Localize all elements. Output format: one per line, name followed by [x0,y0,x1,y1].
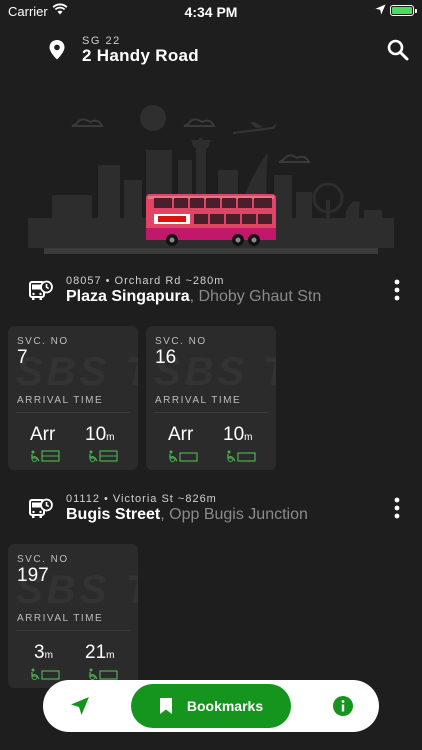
search-icon[interactable] [386,38,410,62]
service-number: 197 [17,565,49,586]
stop-subtitle: , Dhoby Ghaut Stn [189,288,322,305]
stop-name[interactable]: Plaza Singapura, Dhoby Ghaut Stn [66,288,321,306]
bookmark-icon [159,698,172,714]
location-pin-icon [49,40,65,60]
more-options-icon[interactable] [390,277,404,303]
svc-no-label: SVC. NO [17,336,69,347]
skyline-illustration [28,105,394,254]
service-card[interactable]: SBS Tr SVC. NO 197 ARRIVAL TIME 3m 21m [8,544,138,688]
eta-second: 10m [223,424,253,445]
service-number: 7 [17,347,28,368]
status-bar: Carrier 4:34 PM [0,0,422,24]
stop-name[interactable]: Bugis Street, Opp Bugis Junction [66,506,308,524]
navigation-arrow-icon [71,697,89,715]
divider [16,412,130,413]
arrival-time-label: ARRIVAL TIME [17,395,104,406]
wheelchair-single-deck-icon [31,668,60,680]
arrival-time-label: ARRIVAL TIME [155,395,242,406]
more-options-icon[interactable] [390,495,404,521]
bottom-nav-bar: Bookmarks [43,680,379,732]
bookmarks-label: Bookmarks [186,698,264,714]
stop-subtitle: , Opp Bugis Junction [160,506,308,523]
current-address[interactable]: 2 Handy Road [82,46,199,66]
info-button[interactable] [318,680,368,732]
eta-first: Arr [30,424,56,445]
wheelchair-double-deck-icon [89,450,118,462]
stop-title: Plaza Singapura [66,288,190,305]
stop-meta: 01112 • Victoria St ~826m [66,493,217,505]
bus-stop-icon [29,498,53,518]
eta-first: Arr [168,424,194,445]
bookmarks-button[interactable]: Bookmarks [131,684,291,728]
service-card[interactable]: SBS Tr SVC. NO 7 ARRIVAL TIME Arr 10m [8,326,138,470]
clock-time: 4:34 PM [184,4,238,20]
service-number: 16 [155,347,177,368]
wheelchair-single-deck-icon [227,450,256,462]
wheelchair-single-deck-icon [89,668,118,680]
divider [154,412,268,413]
stop-title: Bugis Street [66,506,161,523]
arrival-time-label: ARRIVAL TIME [17,613,104,624]
divider [16,630,130,631]
location-services-icon [375,4,386,15]
stop-meta: 08057 • Orchard Rd ~280m [66,275,225,287]
service-card[interactable]: SBS Tr SVC. NO 16 ARRIVAL TIME Arr 10m [146,326,276,470]
operator-watermark: SBS Tr [16,350,138,394]
eta-second: 21m [85,642,115,663]
eta-first: 3m [34,642,53,663]
svc-no-label: SVC. NO [17,554,69,565]
nearby-button[interactable] [55,680,105,732]
info-icon [333,696,353,716]
wheelchair-double-deck-icon [31,450,60,462]
bus-stop-icon [29,280,53,300]
wheelchair-single-deck-icon [169,450,198,462]
battery-icon [390,5,417,16]
eta-second: 10m [85,424,115,445]
svc-no-label: SVC. NO [155,336,207,347]
